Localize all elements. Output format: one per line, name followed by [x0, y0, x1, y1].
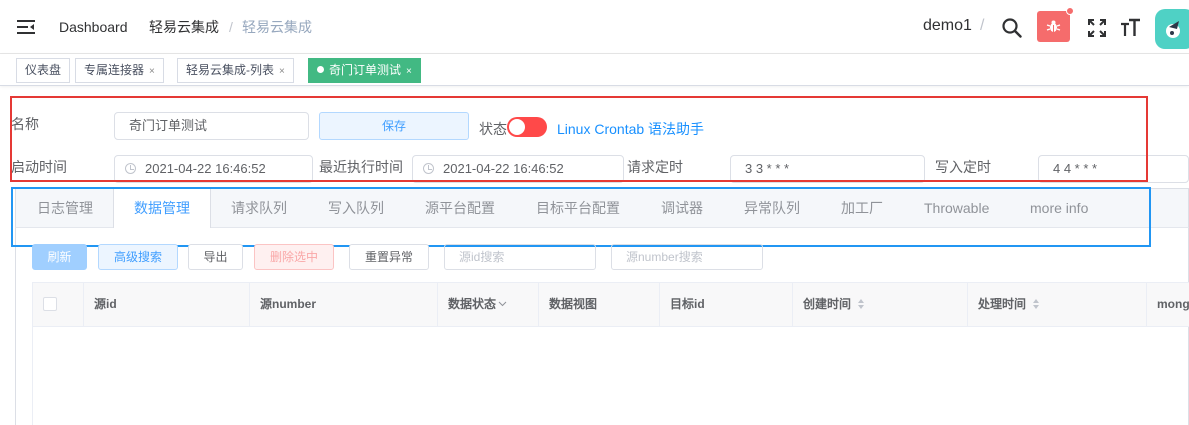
notification-badge	[1066, 7, 1074, 15]
column-header-mongo[interactable]: mong	[1147, 282, 1189, 327]
refresh-button[interactable]: 刷新	[32, 244, 87, 270]
hamburger-icon[interactable]	[17, 19, 35, 35]
tag-integration-list[interactable]: 轻易云集成-列表 ×	[177, 58, 294, 83]
tag-dashboard[interactable]: 仪表盘	[16, 58, 71, 83]
select-all-column	[32, 282, 84, 327]
username[interactable]: demo1	[923, 17, 972, 35]
fullscreen-icon[interactable]	[1086, 17, 1108, 39]
highlight-box-blue	[11, 187, 1151, 247]
tag-qimen-order-test[interactable]: 奇门订单测试 ×	[308, 58, 421, 83]
breadcrumb-separator: /	[229, 19, 233, 35]
column-header-source-id[interactable]: 源id	[84, 282, 250, 327]
avatar-image-icon	[1166, 21, 1180, 38]
column-label: 处理时间	[978, 297, 1027, 311]
tag-label: 仪表盘	[25, 63, 62, 77]
chevron-down-icon[interactable]	[498, 301, 507, 307]
column-label: 数据状态	[448, 297, 497, 311]
source-id-search-input[interactable]: 源id搜索	[444, 244, 596, 270]
column-header-processed-time[interactable]: 处理时间	[968, 282, 1147, 327]
tag-connector[interactable]: 专属连接器 ×	[75, 58, 164, 83]
column-header-source-number[interactable]: 源number	[250, 282, 438, 327]
tag-label: 轻易云集成-列表	[186, 63, 274, 77]
delete-selected-button[interactable]: 删除选中	[254, 244, 334, 270]
avatar[interactable]	[1155, 9, 1189, 49]
font-size-icon[interactable]	[1119, 17, 1141, 39]
sort-icon[interactable]	[1032, 298, 1040, 310]
highlight-box-red	[10, 96, 1148, 182]
user-separator: /	[980, 17, 985, 34]
table-body	[32, 327, 1189, 425]
select-all-checkbox[interactable]	[43, 297, 57, 311]
column-header-target-id[interactable]: 目标id	[660, 282, 793, 327]
close-icon[interactable]: ×	[406, 66, 412, 77]
tag-label: 专属连接器	[84, 63, 145, 77]
breadcrumb-dashboard[interactable]: Dashboard	[59, 18, 128, 36]
search-icon[interactable]	[1001, 17, 1023, 39]
close-icon[interactable]: ×	[279, 66, 285, 77]
export-button[interactable]: 导出	[188, 244, 243, 270]
reset-errors-button[interactable]: 重置异常	[349, 244, 429, 270]
table-border	[32, 282, 33, 425]
column-header-data-status[interactable]: 数据状态	[438, 282, 539, 327]
close-icon[interactable]: ×	[149, 66, 155, 77]
tag-label: 奇门订单测试	[329, 63, 402, 77]
column-label: 创建时间	[803, 297, 852, 311]
sort-icon[interactable]	[857, 298, 865, 310]
error-log-button[interactable]	[1037, 11, 1070, 42]
column-header-created-time[interactable]: 创建时间	[793, 282, 968, 327]
advanced-search-button[interactable]: 高级搜索	[98, 244, 178, 270]
column-header-data-view: 数据视图	[539, 282, 660, 327]
source-number-search-input[interactable]: 源number搜索	[611, 244, 763, 270]
breadcrumb-integration[interactable]: 轻易云集成	[149, 18, 219, 36]
active-dot-icon	[317, 66, 324, 73]
breadcrumb-current: 轻易云集成	[242, 19, 312, 35]
bug-icon	[1046, 20, 1061, 32]
